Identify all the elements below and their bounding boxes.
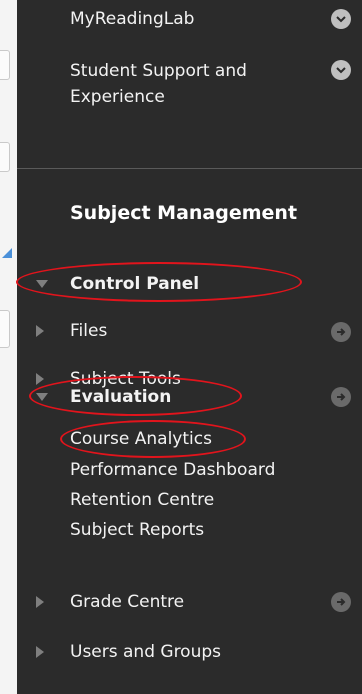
section-divider [17,168,362,169]
edge-handle [0,310,10,348]
chevron-down-icon[interactable] [331,60,351,80]
chevron-down-icon[interactable] [331,9,351,29]
annotation-oval-control-panel [16,262,302,302]
edge-handle [0,142,10,172]
submenu-item-subject-reports[interactable]: Subject Reports [70,520,204,540]
collapsed-triangle-icon[interactable] [36,325,44,337]
collapsed-triangle-icon[interactable] [36,596,44,608]
section-heading-subject-management: Subject Management [70,202,298,224]
course-menu-panel [17,0,362,694]
annotation-oval-course-analytics [60,420,246,458]
menu-item-grade-centre[interactable]: Grade Centre [70,589,184,615]
arrow-right-icon[interactable] [331,592,351,612]
page-edge-strip [0,0,17,694]
annotation-oval-evaluation [29,376,242,416]
menu-item-student-support-line1[interactable]: Student Support and [70,58,247,84]
edge-handle [0,50,10,80]
submenu-item-performance-dashboard[interactable]: Performance Dashboard [70,460,275,480]
menu-item-student-support-line2[interactable]: Experience [70,84,165,110]
pointer-arrow-icon [2,248,12,258]
menu-item-users-and-groups[interactable]: Users and Groups [70,639,221,665]
collapsed-triangle-icon[interactable] [36,373,44,385]
menu-item-myreadinglab[interactable]: MyReadingLab [70,6,194,32]
arrow-right-icon[interactable] [331,322,351,342]
menu-item-files[interactable]: Files [70,318,107,344]
arrow-right-icon[interactable] [331,387,351,407]
collapsed-triangle-icon[interactable] [36,646,44,658]
submenu-item-retention-centre[interactable]: Retention Centre [70,490,214,510]
